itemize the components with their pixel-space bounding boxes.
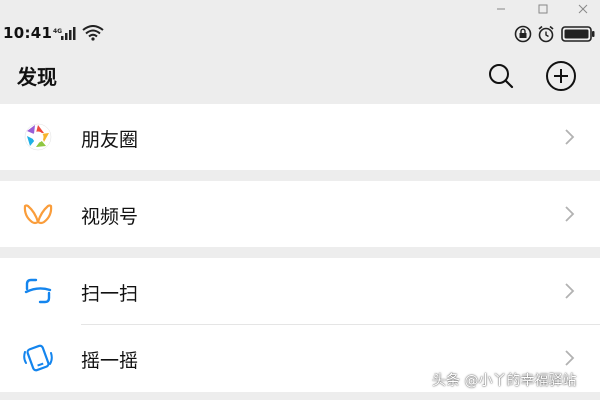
menu-item-label: 朋友圈 (81, 129, 139, 151)
chevron-right-icon (563, 282, 577, 300)
window-controls (0, 0, 600, 20)
signal-icon: 4G (53, 26, 77, 45)
menu-item-channels[interactable]: 视频号 (0, 181, 600, 247)
chevron-right-icon (563, 349, 577, 367)
chevron-right-icon (563, 128, 577, 146)
lock-rotation-icon (514, 25, 532, 47)
close-icon[interactable] (568, 0, 598, 18)
scan-icon (22, 275, 54, 307)
watermark: 头条 @小丫的幸福驿站 (432, 373, 577, 389)
alarm-icon (537, 25, 555, 47)
menu-item-scan[interactable]: 扫一扫 (0, 258, 600, 324)
status-bar: 10:41 4G (0, 20, 600, 48)
maximize-icon[interactable] (528, 0, 558, 18)
moments-icon (22, 121, 54, 153)
menu-item-moments[interactable]: 朋友圈 (0, 104, 600, 170)
chevron-right-icon (563, 205, 577, 223)
header: 发现 (0, 48, 600, 103)
network-label: 4G (53, 28, 62, 35)
channels-icon (22, 198, 54, 230)
wifi-icon (82, 25, 104, 45)
add-icon[interactable] (545, 60, 577, 92)
page-title: 发现 (17, 65, 57, 89)
shake-icon (22, 342, 54, 374)
menu-item-label: 视频号 (81, 206, 139, 228)
menu-item-label: 摇一摇 (81, 350, 139, 372)
status-time: 10:41 (3, 24, 53, 42)
battery-icon (561, 26, 595, 46)
minimize-icon[interactable] (486, 0, 516, 18)
menu-item-label: 扫一扫 (81, 283, 139, 305)
search-icon[interactable] (486, 61, 516, 91)
